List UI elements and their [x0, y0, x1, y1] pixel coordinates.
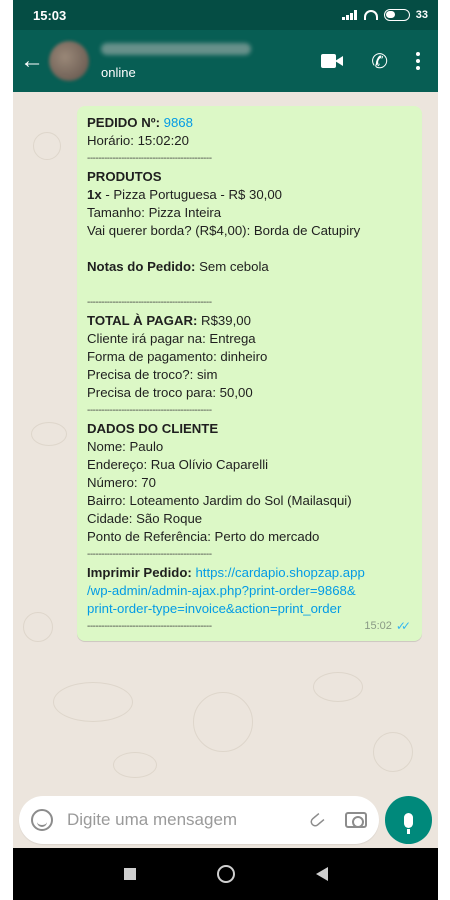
contact-info[interactable]: online [101, 42, 291, 80]
client-district: Bairro: Loteamento Jardim do Sol (Mailas… [87, 493, 352, 508]
notes-label: Notas do Pedido: [87, 259, 196, 274]
wallpaper-doodle [193, 692, 253, 752]
client-reference: Ponto de Referência: Perto do mercado [87, 529, 320, 544]
border-line: Vai querer borda? (R$4,00): Borda de Cat… [87, 223, 361, 238]
signal-icon [341, 10, 358, 20]
voice-call-icon[interactable]: ✆ [371, 49, 388, 74]
products-title: PRODUTOS [87, 169, 162, 184]
payment-where: Cliente irá pagar na: Entrega [87, 331, 256, 346]
message-time: 15:02 [364, 620, 392, 632]
notes-value: Sem cebola [195, 259, 269, 274]
message-input[interactable]: Digite uma mensagem [67, 810, 308, 830]
composer: Digite uma mensagem ⊂ [13, 793, 438, 847]
wifi-icon [363, 10, 378, 20]
contact-name-blurred [101, 42, 251, 55]
wallpaper-doodle [33, 132, 61, 160]
client-number: Número: 70 [87, 475, 156, 490]
emoji-icon[interactable] [31, 809, 53, 831]
status-time: 15:03 [33, 7, 67, 23]
chat-header: ← online ✆ [13, 30, 438, 92]
wallpaper-doodle [31, 422, 67, 446]
more-options-icon[interactable] [416, 52, 420, 70]
separator: ----------------------------------------… [87, 405, 212, 416]
total-value: R$39,00 [197, 313, 251, 328]
separator: ----------------------------------------… [87, 549, 212, 560]
client-address: Endereço: Rua Olívio Caparelli [87, 457, 269, 472]
mic-icon [403, 812, 413, 834]
status-bar: 15:03 33 [13, 0, 438, 30]
wallpaper-doodle [373, 732, 413, 772]
order-time: Horário: 15:02:20 [87, 133, 189, 148]
status-icons: 33 [341, 9, 428, 21]
back-arrow-icon[interactable]: ← [15, 47, 49, 75]
separator: ----------------------------------------… [87, 621, 212, 632]
contact-status: online [101, 64, 136, 80]
mic-button[interactable] [384, 796, 432, 844]
video-call-icon[interactable] [321, 54, 344, 68]
order-label: PEDIDO Nº: [87, 115, 160, 130]
recents-icon[interactable] [123, 868, 136, 880]
contact-avatar[interactable] [49, 41, 89, 81]
print-link[interactable]: /wp-admin/admin-ajax.php?print-order=986… [87, 582, 412, 600]
battery-icon [383, 9, 410, 21]
print-line: Imprimir Pedido: https://cardapio.shopza… [87, 564, 412, 582]
nav-back-icon[interactable] [315, 867, 328, 881]
wallpaper-doodle [313, 672, 363, 702]
change-for: Precisa de troco para: 50,00 [87, 385, 253, 400]
separator: ----------------------------------------… [87, 153, 212, 164]
notes-line: Notas do Pedido: Sem cebola [87, 258, 412, 276]
product-line: 1x - Pizza Portuguesa - R$ 30,00 [87, 186, 412, 204]
header-actions: ✆ [321, 49, 438, 74]
total-line: TOTAL À PAGAR: R$39,00 [87, 312, 412, 330]
client-title: DADOS DO CLIENTE [87, 421, 219, 436]
wallpaper-doodle [23, 612, 53, 642]
size-line: Tamanho: Pizza Inteira [87, 205, 222, 220]
message-input-box[interactable]: Digite uma mensagem ⊂ [19, 796, 379, 844]
wallpaper-doodle [113, 752, 157, 778]
print-link[interactable]: https://cardapio.shopzap.app [192, 565, 364, 580]
change-needed: Precisa de troco?: sim [87, 367, 218, 382]
order-number[interactable]: 9868 [164, 115, 193, 130]
order-line: PEDIDO Nº: 9868 [87, 114, 412, 132]
camera-icon[interactable] [344, 812, 367, 828]
separator: ----------------------------------------… [87, 297, 212, 308]
android-nav-bar [13, 848, 438, 900]
phone-screen: 15:03 33 ← online ✆ PEDIDO Nº: 9868 Horá… [13, 0, 438, 900]
home-icon[interactable] [216, 865, 235, 883]
message-meta: 15:02 ✓✓ [364, 617, 411, 635]
client-city: Cidade: São Roque [87, 511, 203, 526]
payment-method: Forma de pagamento: dinheiro [87, 349, 268, 364]
message-bubble[interactable]: PEDIDO Nº: 9868 Horário: 15:02:20 ------… [77, 106, 422, 641]
battery-level: 33 [415, 9, 428, 21]
chat-area[interactable]: PEDIDO Nº: 9868 Horário: 15:02:20 ------… [13, 92, 438, 804]
total-label: TOTAL À PAGAR: [87, 313, 198, 328]
double-check-icon: ✓✓ [395, 619, 411, 633]
print-link[interactable]: print-order-type=invoice&action=print_or… [87, 600, 412, 618]
print-label: Imprimir Pedido: [87, 565, 192, 580]
wallpaper-doodle [53, 682, 133, 722]
product-qty: 1x [87, 187, 102, 202]
client-name: Nome: Paulo [87, 439, 164, 454]
product-desc: - Pizza Portuguesa - R$ 30,00 [101, 187, 282, 202]
